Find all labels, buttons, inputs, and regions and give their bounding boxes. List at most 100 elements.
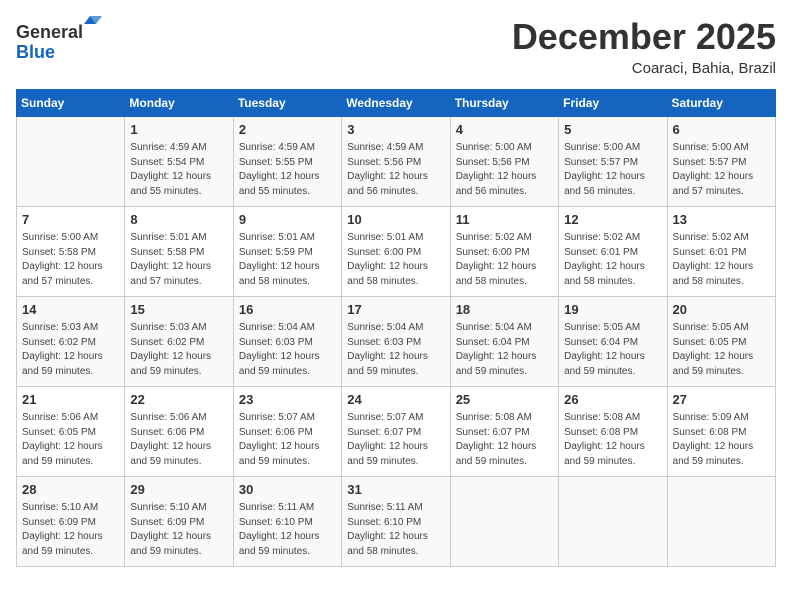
day-number: 27 (673, 391, 770, 409)
logo: General Blue (16, 16, 106, 71)
calendar-cell (559, 477, 667, 567)
calendar-cell: 25 Sunrise: 5:08 AM Sunset: 6:07 PM Dayli… (450, 387, 558, 477)
day-number: 31 (347, 481, 444, 499)
day-number: 13 (673, 211, 770, 229)
day-info: Sunrise: 5:00 AM Sunset: 5:57 PM Dayligh… (673, 141, 770, 199)
day-info: Sunrise: 5:11 AM Sunset: 6:10 PM Dayligh… (347, 501, 444, 559)
svg-text:General: General (16, 22, 83, 42)
calendar-cell: 24 Sunrise: 5:07 AM Sunset: 6:07 PM Dayli… (342, 387, 450, 477)
month-title: December 2025 (512, 16, 776, 58)
day-number: 28 (22, 481, 119, 499)
svg-text:Blue: Blue (16, 42, 55, 62)
calendar-table: SundayMondayTuesdayWednesdayThursdayFrid… (16, 89, 776, 567)
calendar-cell: 3 Sunrise: 4:59 AM Sunset: 5:56 PM Daylig… (342, 117, 450, 207)
day-info: Sunrise: 5:06 AM Sunset: 6:05 PM Dayligh… (22, 411, 119, 469)
calendar-cell: 10 Sunrise: 5:01 AM Sunset: 6:00 PM Dayli… (342, 207, 450, 297)
calendar-cell (667, 477, 775, 567)
calendar-cell: 13 Sunrise: 5:02 AM Sunset: 6:01 PM Dayli… (667, 207, 775, 297)
calendar-week-2: 7 Sunrise: 5:00 AM Sunset: 5:58 PM Daylig… (17, 207, 776, 297)
day-number: 29 (130, 481, 227, 499)
col-header-thursday: Thursday (450, 90, 558, 117)
day-info: Sunrise: 5:08 AM Sunset: 6:07 PM Dayligh… (456, 411, 553, 469)
calendar-week-5: 28 Sunrise: 5:10 AM Sunset: 6:09 PM Dayli… (17, 477, 776, 567)
day-number: 10 (347, 211, 444, 229)
day-info: Sunrise: 5:01 AM Sunset: 5:58 PM Dayligh… (130, 231, 227, 289)
day-number: 19 (564, 301, 661, 319)
day-number: 6 (673, 121, 770, 139)
day-info: Sunrise: 5:01 AM Sunset: 6:00 PM Dayligh… (347, 231, 444, 289)
calendar-cell: 15 Sunrise: 5:03 AM Sunset: 6:02 PM Dayli… (125, 297, 233, 387)
day-info: Sunrise: 5:03 AM Sunset: 6:02 PM Dayligh… (130, 321, 227, 379)
day-number: 23 (239, 391, 336, 409)
day-number: 18 (456, 301, 553, 319)
calendar-cell (450, 477, 558, 567)
day-number: 8 (130, 211, 227, 229)
col-header-saturday: Saturday (667, 90, 775, 117)
location: Coaraci, Bahia, Brazil (512, 60, 776, 77)
calendar-cell: 30Sunrise: 5:11 AM Sunset: 6:10 PM Dayli… (233, 477, 341, 567)
day-info: Sunrise: 5:04 AM Sunset: 6:03 PM Dayligh… (239, 321, 336, 379)
calendar-cell: 6 Sunrise: 5:00 AM Sunset: 5:57 PM Daylig… (667, 117, 775, 207)
day-number: 16 (239, 301, 336, 319)
day-info: Sunrise: 5:01 AM Sunset: 5:59 PM Dayligh… (239, 231, 336, 289)
day-info: Sunrise: 5:02 AM Sunset: 6:00 PM Dayligh… (456, 231, 553, 289)
calendar-cell: 21 Sunrise: 5:06 AM Sunset: 6:05 PM Dayli… (17, 387, 125, 477)
day-info: Sunrise: 5:06 AM Sunset: 6:06 PM Dayligh… (130, 411, 227, 469)
calendar-week-1: 1 Sunrise: 4:59 AM Sunset: 5:54 PM Daylig… (17, 117, 776, 207)
col-header-tuesday: Tuesday (233, 90, 341, 117)
day-info: Sunrise: 5:08 AM Sunset: 6:08 PM Dayligh… (564, 411, 661, 469)
calendar-cell: 8 Sunrise: 5:01 AM Sunset: 5:58 PM Daylig… (125, 207, 233, 297)
day-info: Sunrise: 5:10 AM Sunset: 6:09 PM Dayligh… (22, 501, 119, 559)
day-info: Sunrise: 5:00 AM Sunset: 5:58 PM Dayligh… (22, 231, 119, 289)
day-info: Sunrise: 5:00 AM Sunset: 5:57 PM Dayligh… (564, 141, 661, 199)
calendar-cell: 31 Sunrise: 5:11 AM Sunset: 6:10 PM Dayli… (342, 477, 450, 567)
day-number: 1 (130, 121, 227, 139)
calendar-cell: 26Sunrise: 5:08 AM Sunset: 6:08 PM Dayli… (559, 387, 667, 477)
day-number: 3 (347, 121, 444, 139)
day-number: 20 (673, 301, 770, 319)
col-header-friday: Friday (559, 90, 667, 117)
day-info: Sunrise: 5:07 AM Sunset: 6:07 PM Dayligh… (347, 411, 444, 469)
calendar-week-3: 14 Sunrise: 5:03 AM Sunset: 6:02 PM Dayli… (17, 297, 776, 387)
calendar-cell: 4 Sunrise: 5:00 AM Sunset: 5:56 PM Daylig… (450, 117, 558, 207)
page-header: General Blue December 2025 Coaraci, Bahi… (16, 16, 776, 77)
col-header-monday: Monday (125, 90, 233, 117)
day-info: Sunrise: 4:59 AM Sunset: 5:54 PM Dayligh… (130, 141, 227, 199)
day-number: 25 (456, 391, 553, 409)
calendar-cell: 16 Sunrise: 5:04 AM Sunset: 6:03 PM Dayli… (233, 297, 341, 387)
calendar-cell: 22 Sunrise: 5:06 AM Sunset: 6:06 PM Dayli… (125, 387, 233, 477)
day-number: 11 (456, 211, 553, 229)
day-info: Sunrise: 5:00 AM Sunset: 5:56 PM Dayligh… (456, 141, 553, 199)
day-number: 7 (22, 211, 119, 229)
day-info: Sunrise: 5:04 AM Sunset: 6:03 PM Dayligh… (347, 321, 444, 379)
title-block: December 2025 Coaraci, Bahia, Brazil (512, 16, 776, 77)
day-number: 22 (130, 391, 227, 409)
col-header-wednesday: Wednesday (342, 90, 450, 117)
day-info: Sunrise: 5:10 AM Sunset: 6:09 PM Dayligh… (130, 501, 227, 559)
day-number: 4 (456, 121, 553, 139)
day-number: 24 (347, 391, 444, 409)
calendar-header-row: SundayMondayTuesdayWednesdayThursdayFrid… (17, 90, 776, 117)
day-info: Sunrise: 5:02 AM Sunset: 6:01 PM Dayligh… (673, 231, 770, 289)
calendar-cell (17, 117, 125, 207)
day-number: 21 (22, 391, 119, 409)
day-number: 30 (239, 481, 336, 499)
calendar-cell: 11 Sunrise: 5:02 AM Sunset: 6:00 PM Dayli… (450, 207, 558, 297)
day-info: Sunrise: 5:05 AM Sunset: 6:04 PM Dayligh… (564, 321, 661, 379)
calendar-cell: 5 Sunrise: 5:00 AM Sunset: 5:57 PM Daylig… (559, 117, 667, 207)
day-number: 15 (130, 301, 227, 319)
day-info: Sunrise: 5:07 AM Sunset: 6:06 PM Dayligh… (239, 411, 336, 469)
day-number: 5 (564, 121, 661, 139)
calendar-cell: 2Sunrise: 4:59 AM Sunset: 5:55 PM Daylig… (233, 117, 341, 207)
calendar-cell: 28 Sunrise: 5:10 AM Sunset: 6:09 PM Dayli… (17, 477, 125, 567)
col-header-sunday: Sunday (17, 90, 125, 117)
calendar-week-4: 21 Sunrise: 5:06 AM Sunset: 6:05 PM Dayli… (17, 387, 776, 477)
day-number: 14 (22, 301, 119, 319)
day-info: Sunrise: 4:59 AM Sunset: 5:56 PM Dayligh… (347, 141, 444, 199)
calendar-cell: 1 Sunrise: 4:59 AM Sunset: 5:54 PM Daylig… (125, 117, 233, 207)
calendar-cell: 29 Sunrise: 5:10 AM Sunset: 6:09 PM Dayli… (125, 477, 233, 567)
calendar-cell: 17 Sunrise: 5:04 AM Sunset: 6:03 PM Dayli… (342, 297, 450, 387)
day-info: Sunrise: 4:59 AM Sunset: 5:55 PM Dayligh… (239, 141, 336, 199)
day-number: 17 (347, 301, 444, 319)
day-number: 12 (564, 211, 661, 229)
